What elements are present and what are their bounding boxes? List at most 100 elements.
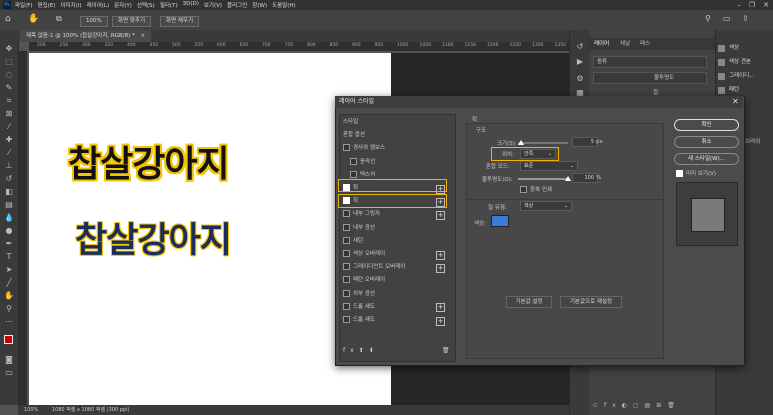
panel-patterns[interactable]: 패턴	[718, 85, 739, 95]
fit-screen-button[interactable]: 화면 맞추기	[112, 16, 152, 27]
tab-channels[interactable]: 채널	[620, 38, 630, 50]
menu-item[interactable]: 레이어(L)	[87, 1, 110, 9]
panel-swatches[interactable]: 색상 견본	[718, 57, 751, 67]
style-list-item[interactable]: 색상 오버레이	[340, 249, 449, 260]
gradient-tool-icon[interactable]: ▤	[4, 200, 14, 210]
menu-item[interactable]: 편집(E)	[38, 1, 56, 9]
opacity-slider-knob[interactable]	[565, 176, 571, 181]
style-checkbox[interactable]	[343, 223, 350, 231]
blur-tool-icon[interactable]: 💧	[4, 213, 14, 223]
home-icon[interactable]: ⌂	[5, 14, 11, 24]
panel-color[interactable]: 색상	[718, 43, 739, 53]
style-list-item[interactable]: 드롭 섀도	[340, 302, 449, 313]
path-select-icon[interactable]: ➤	[4, 265, 14, 275]
add-style-icon[interactable]: +	[436, 210, 445, 220]
menu-item[interactable]: 이미지(I)	[60, 1, 81, 9]
menu-item[interactable]: 선택(S)	[137, 1, 155, 9]
style-list-item[interactable]: 경사와 엠보스	[340, 143, 449, 154]
history-icon[interactable]: ↺	[575, 42, 585, 52]
style-checkbox[interactable]	[343, 276, 350, 284]
menu-item[interactable]: 창(W)	[252, 1, 267, 9]
opacity-slider[interactable]	[518, 178, 568, 180]
tab-paths[interactable]: 패스	[640, 38, 650, 50]
search-icon[interactable]: ⚲	[705, 14, 711, 23]
style-checkbox[interactable]	[343, 289, 350, 297]
overprint-checkbox-box[interactable]	[520, 186, 527, 193]
style-checkbox[interactable]	[343, 250, 350, 257]
style-checkbox[interactable]	[343, 144, 350, 152]
position-select[interactable]: 안쪽 ⌄	[520, 149, 556, 159]
shape-tool-icon[interactable]: ╱	[4, 278, 14, 288]
style-checkbox[interactable]	[343, 302, 350, 310]
hand-tool-icon[interactable]: ✋	[28, 14, 39, 24]
menu-item[interactable]: 3D(D)	[183, 1, 199, 9]
preview-checkbox-box[interactable]	[676, 170, 683, 177]
quick-select-icon[interactable]: ✎	[4, 83, 14, 93]
zoom-tool-icon[interactable]: ⚲	[4, 304, 14, 314]
style-checkbox[interactable]	[350, 170, 357, 178]
add-style-icon[interactable]: +	[436, 316, 445, 326]
crop-tool-icon[interactable]: ⌗	[4, 96, 14, 106]
eyedropper-icon[interactable]: ⁄	[4, 122, 14, 132]
dodge-tool-icon[interactable]: ●	[4, 226, 14, 236]
new-style-button[interactable]: 새 스타일(W)...	[674, 153, 739, 165]
pen-tool-icon[interactable]: ✒	[4, 239, 14, 249]
zoom-input[interactable]: 100%	[80, 16, 108, 27]
style-list-item[interactable]: 내부 그림자	[340, 209, 449, 220]
quick-mask-icon[interactable]: ◙	[4, 355, 14, 365]
size-slider[interactable]	[518, 142, 568, 144]
style-list-item[interactable]: 새틴	[340, 236, 449, 247]
add-style-icon[interactable]: +	[436, 303, 445, 313]
eraser-tool-icon[interactable]: ◧	[4, 187, 14, 197]
style-list-item[interactable]: 스타일	[340, 117, 449, 128]
panel-brush-label[interactable]: 브러쉬	[745, 137, 760, 145]
cancel-button[interactable]: 취소	[674, 136, 739, 148]
lasso-tool-icon[interactable]: ◌	[4, 70, 14, 80]
more-tools-icon[interactable]: ⋯	[4, 317, 14, 327]
fill-screen-button[interactable]: 화면 채우기	[160, 16, 200, 27]
opacity-input[interactable]: 100	[572, 173, 598, 183]
scroll-all-icon[interactable]: ⧉	[56, 14, 62, 24]
layer-footer-icons[interactable]: ⊂fx◐▢▤⊞🗑	[593, 402, 705, 412]
style-list-item[interactable]: 그레이디언트 오버레이	[340, 262, 449, 273]
menu-item[interactable]: 문자(Y)	[114, 1, 132, 9]
hand-icon[interactable]: ✋	[4, 291, 14, 301]
frame-tool-icon[interactable]: ⊠	[4, 109, 14, 119]
history-brush-icon[interactable]: ↺	[4, 174, 14, 184]
size-input[interactable]: 5	[572, 137, 598, 147]
size-slider-knob[interactable]	[518, 140, 524, 145]
workspace-icon[interactable]: ▭	[723, 14, 731, 23]
marquee-tool-icon[interactable]: ⬚	[4, 57, 14, 67]
menu-item[interactable]: 파일(F)	[15, 1, 33, 9]
tab-layers[interactable]: 레이어	[594, 38, 609, 50]
delete-style-icon[interactable]: 🗑	[442, 347, 450, 354]
menu-item[interactable]: 필터(T)	[160, 1, 178, 9]
close-tab-icon[interactable]: ×	[141, 33, 146, 39]
style-checkbox[interactable]	[343, 236, 350, 244]
style-list-item[interactable]: 윤곽선	[340, 157, 456, 168]
close-icon[interactable]: ✕	[763, 1, 769, 9]
screen-mode-icon[interactable]: ▭	[4, 368, 14, 378]
make-default-button[interactable]: 기본값 설정	[506, 296, 552, 308]
move-tool-icon[interactable]: ✥	[4, 44, 14, 54]
dialog-titlebar[interactable]: 레이어 스타일	[335, 96, 743, 108]
adjust-icon[interactable]: ⚙	[575, 74, 585, 84]
style-list-footer[interactable]: fx⬆⬇	[343, 347, 379, 354]
stamp-tool-icon[interactable]: ⊥	[4, 161, 14, 171]
reset-default-button[interactable]: 기본값으로 재설정	[560, 296, 622, 308]
style-checkbox[interactable]	[350, 157, 357, 165]
preview-checkbox[interactable]: 미리 보기(V)	[676, 169, 716, 177]
style-list-item[interactable]: 내부 광선	[340, 223, 449, 234]
panel-gradients[interactable]: 그레이디...	[718, 71, 755, 81]
overprint-checkbox[interactable]: 중복 인쇄	[520, 185, 552, 193]
play-icon[interactable]: ▶	[575, 57, 585, 67]
style-checkbox[interactable]	[343, 210, 350, 218]
style-list-item[interactable]: 외부 광선	[340, 289, 449, 300]
menu-item[interactable]: 플러그인	[227, 1, 247, 9]
add-style-icon[interactable]: +	[436, 263, 445, 273]
style-checkbox[interactable]	[343, 263, 350, 271]
layer-blend-select[interactable]: 불투명도	[593, 72, 707, 84]
minimize-icon[interactable]: –	[737, 1, 741, 9]
style-list-item[interactable]: 혼합 옵션	[340, 130, 449, 141]
style-checkbox[interactable]	[343, 316, 350, 323]
